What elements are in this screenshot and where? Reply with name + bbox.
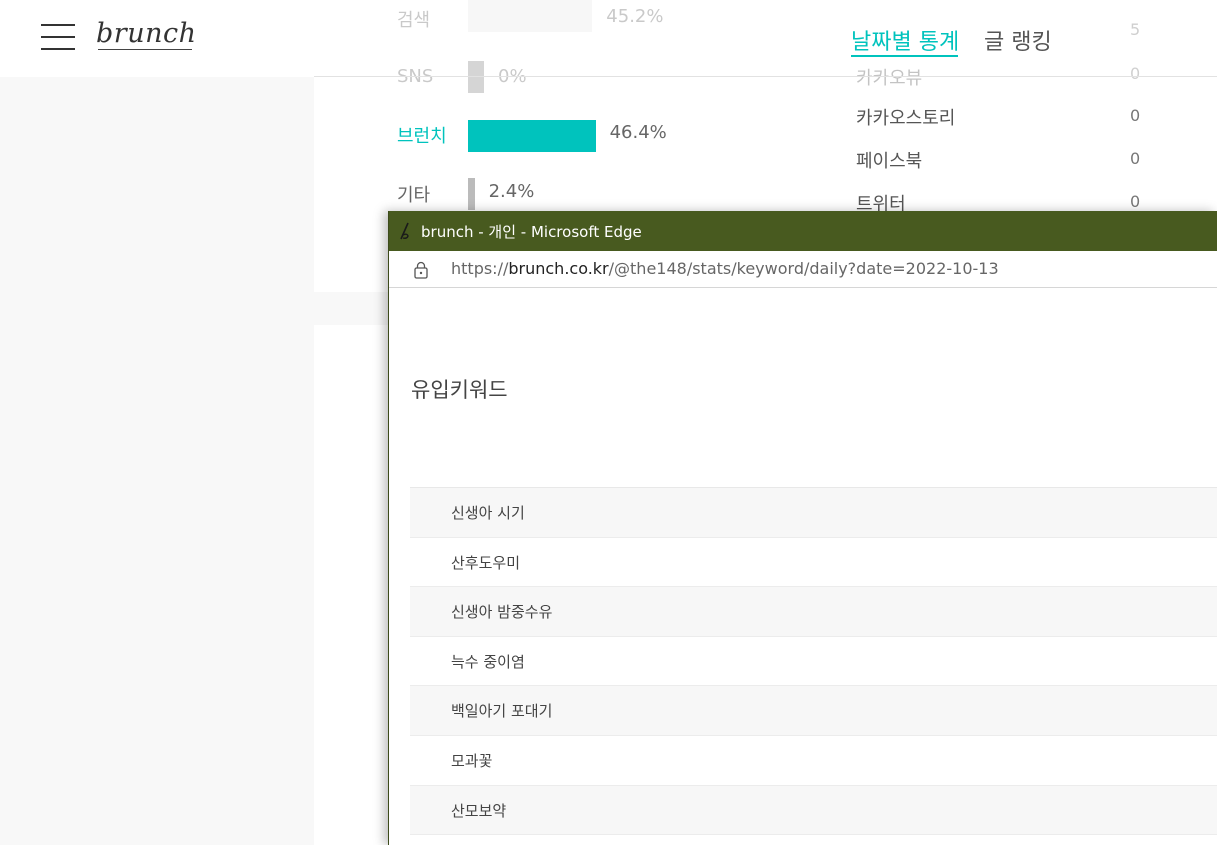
sns-value: 0 <box>1130 106 1141 125</box>
keyword-text: 모과꽃 <box>451 751 493 770</box>
keyword-row[interactable]: 늑수 중이염 <box>410 637 1217 687</box>
keyword-list: 신생아 시기산후도우미신생아 밤중수유늑수 중이염백일아기 포대기모과꽃산모보약 <box>410 487 1217 836</box>
url-host: brunch.co.kr <box>508 259 609 278</box>
keyword-text: 신생아 시기 <box>451 504 525 522</box>
sns-name: 카카오스토리 <box>856 108 956 129</box>
keyword-row[interactable]: 백일아기 포대기 <box>410 686 1217 736</box>
url-path: /@the148/stats/keyword/daily?date=2022-1… <box>608 259 999 278</box>
source-bar <box>468 178 475 210</box>
brunch-logo[interactable]: brunch <box>96 18 196 49</box>
source-label: 브런치 <box>397 126 447 147</box>
keyword-text: 산모보약 <box>451 801 507 820</box>
url-text[interactable]: https://brunch.co.kr/@the148/stats/keywo… <box>451 259 999 278</box>
keyword-row[interactable]: 산모보약 <box>410 785 1217 836</box>
lock-icon <box>414 261 428 279</box>
keyword-text: 백일아기 포대기 <box>451 702 553 721</box>
keyword-row[interactable]: 신생아 시기 <box>410 488 1217 538</box>
edge-titlebar[interactable]: brunch - 개인 - Microsoft Edge <box>389 211 1217 251</box>
edge-window-title: brunch - 개인 - Microsoft Edge <box>421 223 642 241</box>
keyword-row[interactable]: 산후도우미 <box>410 538 1217 588</box>
url-scheme: https:// <box>451 259 509 278</box>
keyword-text: 산후도우미 <box>451 553 521 572</box>
site-header: brunch <box>0 0 1217 77</box>
edge-popup-window: brunch - 개인 - Microsoft Edge https://bru… <box>388 211 1217 845</box>
edge-address-bar[interactable]: https://brunch.co.kr/@the148/stats/keywo… <box>389 251 1217 288</box>
keyword-text: 신생아 밤중수유 <box>451 603 553 622</box>
source-percentage: 2.4% <box>488 181 535 202</box>
hamburger-menu-icon[interactable] <box>41 24 75 50</box>
keyword-row[interactable]: 신생아 밤중수유 <box>410 587 1217 637</box>
source-label: 기타 <box>397 185 431 206</box>
source-percentage: 46.4% <box>609 122 667 143</box>
source-bar <box>468 120 596 152</box>
keyword-heading: 유입키워드 <box>411 378 508 402</box>
sns-name: 페이스북 <box>856 151 923 172</box>
keyword-row[interactable]: 모과꽃 <box>410 736 1217 786</box>
brunch-favicon-icon <box>400 222 409 240</box>
logo-underline <box>98 49 192 50</box>
sns-value: 0 <box>1130 149 1141 168</box>
keyword-text: 늑수 중이염 <box>451 652 525 671</box>
sns-value: 0 <box>1130 192 1141 211</box>
